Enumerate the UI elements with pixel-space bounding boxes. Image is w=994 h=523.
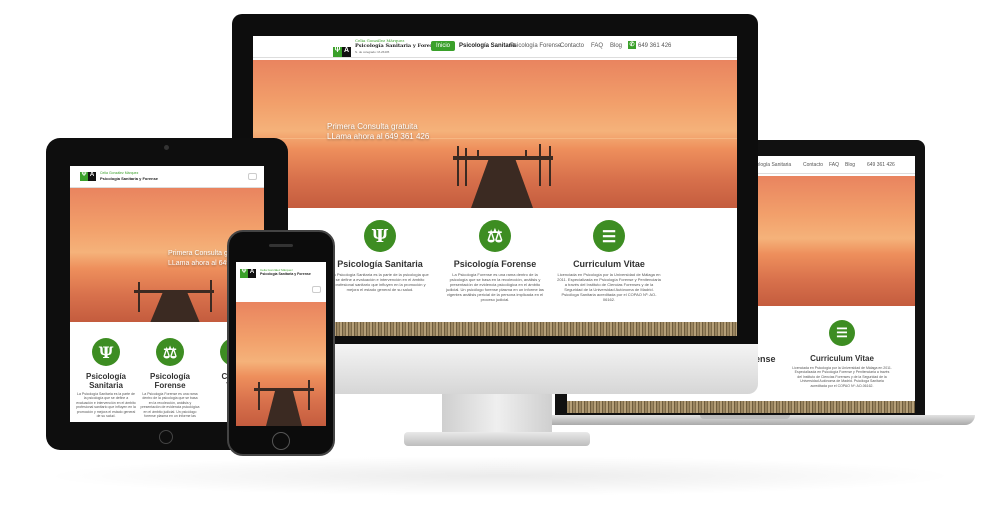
tablet-title-forense-2: Forense [154,381,186,390]
phone-icon: ✆ [628,41,636,49]
tablet-text-sanitaria: La Psicología Sanitaria es la parte de l… [76,392,136,418]
logo-mark-green: Ψ [333,47,342,57]
service-text-forense: La Psicología Forense es una rama dentro… [446,272,544,302]
pier-shape [453,156,553,160]
tablet-title-sanitaria-2: Sanitaria [89,381,123,390]
tablet-home-button[interactable] [159,430,173,444]
hero-banner: Primera Consulta gratuita LLama ahora al… [253,60,737,208]
phone-header: Ψ A Celia González Márquez Psicología Sa… [236,262,326,302]
service-title-cv: Curriculum Vitae [573,259,645,269]
tablet-logo-name: Celia González Márquez [100,171,139,175]
scales-icon: ⚖ [479,220,511,252]
logo-title: Psicología Sanitaria y Forense [355,43,440,49]
phone-logo-title: Psicología Sanitaria y Forense [260,272,311,276]
site-header: ΨA Celia González Márquez Psicología San… [253,36,737,58]
tablet-logo-title: Psicología Sanitaria y Forense [100,176,159,181]
nav-phone[interactable]: 649 361 426 [638,43,671,49]
site-logo[interactable]: ΨA [333,39,351,57]
laptop-cv-text: Licenciada en Psicología por la Universi… [792,366,892,388]
nav-contacto[interactable]: Contacto [560,43,584,49]
nav-home[interactable]: Inicio [431,41,456,51]
laptop-nav-faq[interactable]: FAQ [829,162,839,168]
phone-logo-mark: Ψ [240,269,248,278]
tablet-hero-line-1: Primera Consulta gr [168,250,231,257]
tablet-text-forense: La Psicología Forense es una rama dentro… [140,392,200,418]
hero-line-2: LLama ahora al 649 361 426 [327,132,430,141]
nav-blog[interactable]: Blog [610,43,622,49]
tablet-title-forense-1: Psicología [149,372,190,381]
psi-icon: Ψ [364,220,396,252]
monitor-stand-base [404,432,590,446]
phone-home-button[interactable] [272,432,290,450]
service-text-cv: Licenciada en Psicología por la Universi… [557,272,661,302]
tablet-logo-mark: Ψ [80,172,88,181]
tablet-scales-icon: ⚖ [156,338,184,366]
service-text-sanitaria: La Psicología Sanitaria es la parte de l… [331,272,429,292]
laptop-cv-title: Curriculum Vitae [810,354,874,363]
nav-sanitaria[interactable]: Psicología Sanitaria [459,43,516,49]
document-icon: ☰ [593,220,625,252]
tablet-menu-toggle[interactable] [248,173,257,180]
phone-speaker [269,244,293,247]
logo-subtitle: N. de colegiado: M-26405 [355,50,390,54]
laptop-nav-phone[interactable]: 649 361 426 [867,162,895,168]
tablet-title-sanitaria-1: Psicología [85,372,126,381]
service-title-forense: Psicología Forense [453,259,537,269]
laptop-nav-blog[interactable]: Blog [845,162,855,168]
nav-forense[interactable]: Psicología Forense [510,43,561,49]
tablet-hero-line-2: LLama ahora al 649 [168,260,231,267]
phone-screen: Ψ A Celia González Márquez Psicología Sa… [236,262,326,426]
phone-device: Ψ A Celia González Márquez Psicología Sa… [227,230,335,456]
laptop-partial-title: ense [755,354,776,364]
nav-faq[interactable]: FAQ [591,43,603,49]
service-title-sanitaria: Psicología Sanitaria [337,259,423,269]
phone-hero [236,302,326,426]
monitor-stand [442,394,552,434]
laptop-nav-contacto[interactable]: Contacto [803,162,823,168]
tablet-header: Ψ A Celia González Márquez Psicología Sa… [70,166,264,188]
phone-menu-toggle[interactable] [312,286,321,293]
floor-reflection [40,456,960,496]
hero-line-1: Primera Consulta gratuita [327,122,418,131]
tablet-logo-mark-black: A [88,172,96,181]
tablet-psi-icon: Ψ [92,338,120,366]
phone-logo-mark-black: A [248,269,256,278]
logo-mark-black: A [342,47,351,57]
laptop-document-icon: ☰ [829,320,855,346]
